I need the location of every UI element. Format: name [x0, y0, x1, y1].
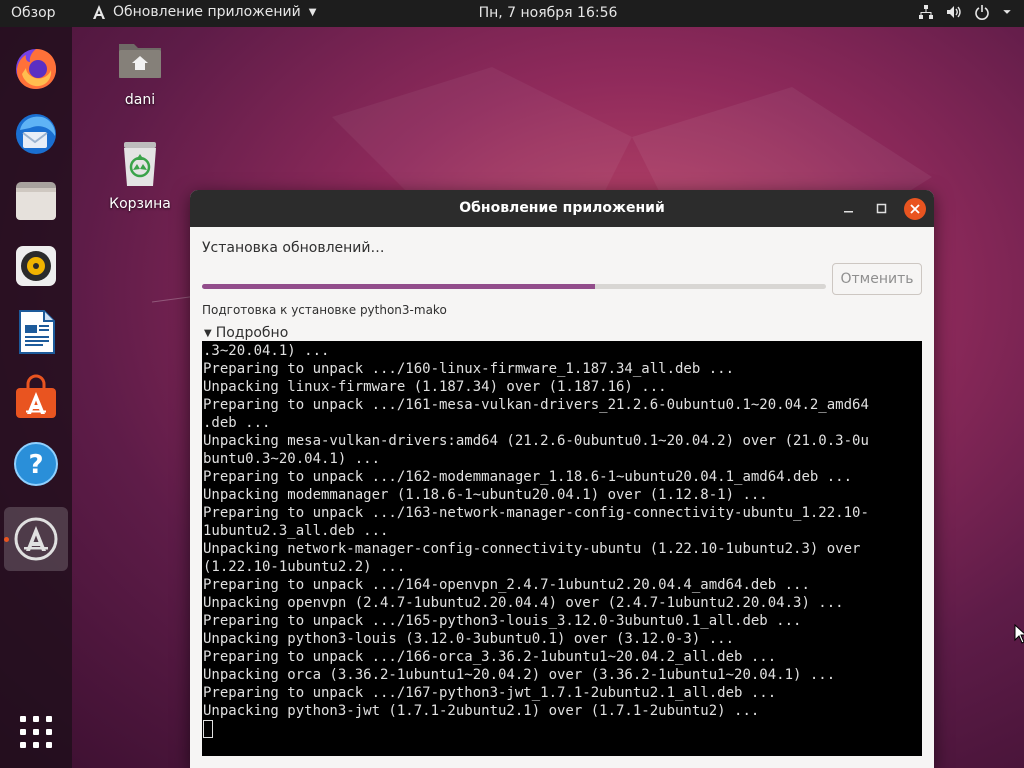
terminal-line: Preparing to unpack .../164-openvpn_2.4.…: [203, 577, 810, 593]
top-bar: Обзор Обновление приложений ▼ Пн, 7 нояб…: [0, 0, 1024, 27]
maximize-button[interactable]: [871, 198, 893, 220]
trash-icon: [124, 142, 156, 186]
power-icon: [975, 5, 989, 20]
software-updater-window: Обновление приложений Установка обновлен…: [190, 190, 934, 768]
install-status-text: Подготовка к установке python3-mako: [202, 303, 447, 317]
details-label: Подробно: [215, 325, 289, 341]
window-titlebar[interactable]: Обновление приложений: [190, 190, 934, 227]
files-icon: [16, 182, 56, 220]
cancel-button[interactable]: Отменить: [832, 263, 922, 295]
terminal-line: Preparing to unpack .../165-python3-loui…: [203, 613, 802, 629]
terminal-line: Preparing to unpack .../160-linux-firmwa…: [203, 361, 735, 377]
install-heading: Установка обновлений…: [202, 240, 385, 256]
terminal-line: Preparing to unpack .../162-modemmanager…: [203, 469, 853, 485]
maximize-icon: [876, 203, 887, 214]
expander-triangle-icon: ▼: [204, 327, 212, 339]
libreoffice-writer-icon: [19, 310, 55, 354]
desktop-trash[interactable]: Корзина: [100, 140, 180, 212]
install-progress-bar: [202, 284, 826, 289]
minimize-icon: [844, 211, 853, 213]
terminal-line: .deb ...: [203, 415, 271, 431]
terminal-line: (1.22.10-1ubuntu2.2) ...: [203, 559, 406, 575]
rhythmbox-icon: [16, 246, 56, 286]
home-folder-icon: [119, 44, 161, 78]
svg-text:?: ?: [28, 450, 43, 480]
terminal-line: Unpacking openvpn (2.4.7-1ubuntu2.20.04.…: [203, 595, 844, 611]
terminal-line: Unpacking modemmanager (1.18.6-1~ubuntu2…: [203, 487, 768, 503]
dock-thunderbird[interactable]: [4, 102, 68, 166]
terminal-line: Preparing to unpack .../166-orca_3.36.2-…: [203, 649, 777, 665]
show-applications-icon[interactable]: [20, 716, 52, 748]
network-icon: [919, 5, 933, 19]
terminal-line: Unpacking network-manager-config-connect…: [203, 541, 861, 557]
desktop-home-folder[interactable]: dani: [100, 36, 180, 108]
dock-ubuntu-software[interactable]: [4, 366, 68, 430]
software-updater-icon: [14, 517, 58, 561]
terminal-output[interactable]: .3~20.04.1) ... Preparing to unpack .../1…: [202, 341, 922, 756]
terminal-line: Preparing to unpack .../167-python3-jwt_…: [203, 685, 777, 701]
clock[interactable]: Пн, 7 ноября 16:56: [0, 5, 1024, 21]
minimize-button[interactable]: [838, 198, 860, 220]
help-icon: ?: [14, 442, 58, 486]
desktop-trash-label: Корзина: [109, 196, 171, 212]
terminal-line: .3~20.04.1) ...: [203, 343, 330, 359]
terminal-line: Preparing to unpack .../161-mesa-vulkan-…: [203, 397, 869, 413]
terminal-line: Preparing to unpack .../163-network-mana…: [203, 505, 869, 521]
dock-files[interactable]: [4, 168, 68, 232]
system-tray[interactable]: [918, 4, 1012, 20]
close-button[interactable]: [904, 198, 926, 220]
ubuntu-software-icon: [16, 374, 56, 418]
terminal-line: Unpacking orca (3.36.2-1ubuntu1~20.04.2)…: [203, 667, 836, 683]
mouse-pointer-icon: [1014, 624, 1024, 644]
thunderbird-icon: [16, 114, 56, 154]
install-progress-fill: [202, 284, 596, 289]
terminal-cursor-line: [203, 720, 922, 738]
dock-help[interactable]: ?: [4, 432, 68, 496]
close-icon: [910, 204, 920, 214]
terminal-line: Unpacking python3-jwt (1.7.1-2ubuntu2.1)…: [203, 703, 760, 719]
volume-icon: [947, 6, 961, 18]
details-expander[interactable]: ▼ Подробно: [204, 325, 288, 341]
dock-writer[interactable]: [4, 300, 68, 364]
dock-firefox[interactable]: [4, 36, 68, 100]
desktop-home-label: dani: [124, 92, 156, 108]
terminal-line: Unpacking linux-firmware (1.187.34) over…: [203, 379, 667, 395]
terminal-line: buntu0.3~20.04.1) ...: [203, 451, 381, 467]
running-indicator: [4, 537, 9, 542]
window-title: Обновление приложений: [459, 200, 665, 216]
firefox-icon: [16, 49, 57, 89]
terminal-line: Unpacking mesa-vulkan-drivers:amd64 (21.…: [203, 433, 869, 449]
dock: ?: [0, 27, 72, 768]
terminal-line: Unpacking python3-louis (3.12.0-3ubuntu0…: [203, 631, 735, 647]
terminal-cursor: [203, 720, 213, 738]
terminal-line: 1ubuntu2.3_all.deb ...: [203, 523, 389, 539]
dock-software-updater[interactable]: [4, 507, 68, 571]
chevron-down-icon: [1003, 10, 1011, 14]
dock-rhythmbox[interactable]: [4, 234, 68, 298]
